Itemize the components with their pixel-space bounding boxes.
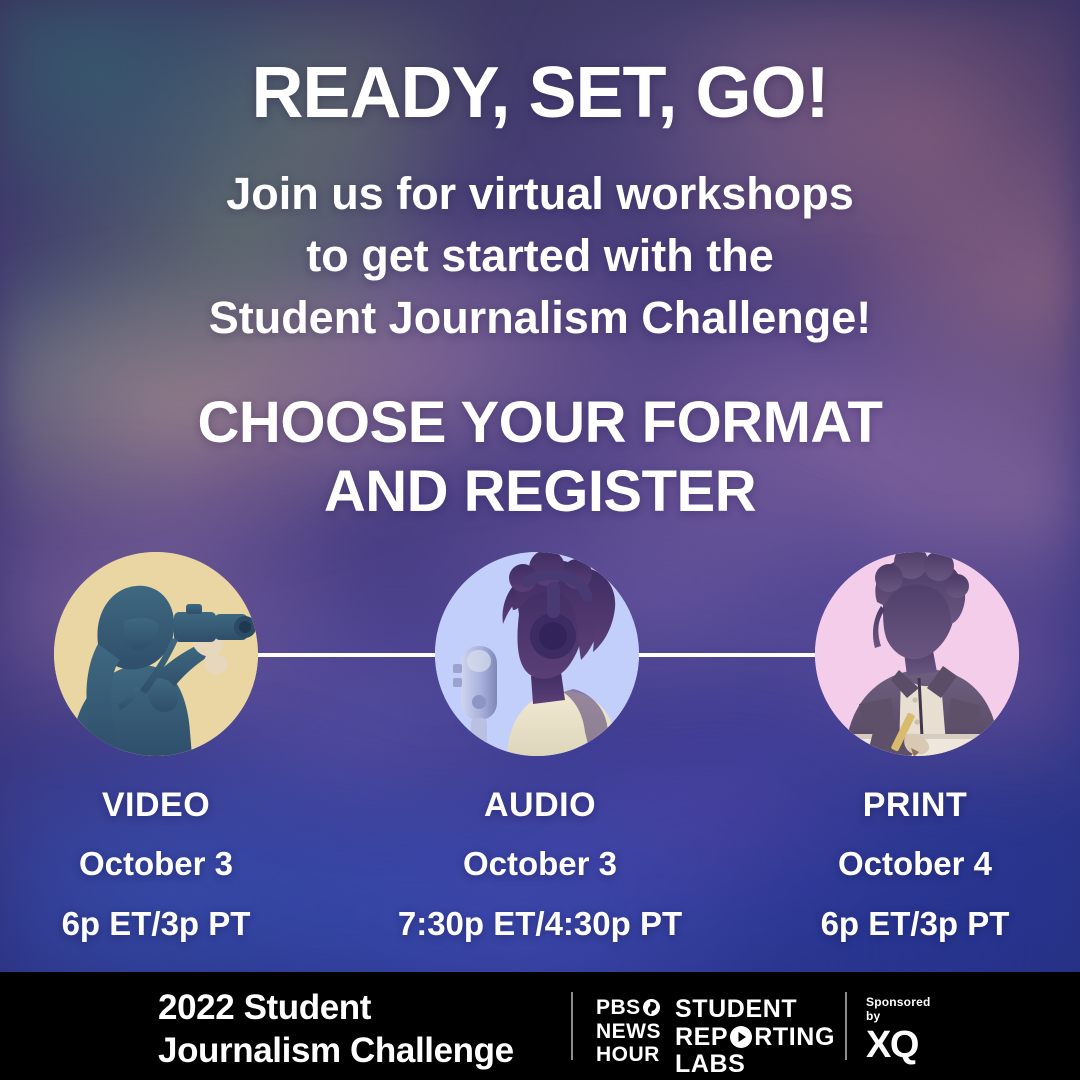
- call-to-action: CHOOSE YOUR FORMAT AND REGISTER: [0, 388, 1080, 526]
- cta-line-1: CHOOSE YOUR FORMAT: [197, 390, 883, 455]
- person-writing-illustration: [815, 552, 1019, 756]
- format-time-print: 6p ET/3p PT: [820, 905, 1010, 942]
- sponsor-label-line-2: by: [866, 1009, 881, 1024]
- srl-rting-text: RTING: [754, 1022, 835, 1051]
- pbs-wordmark: PBS: [596, 996, 641, 1019]
- pbs-head-icon: [642, 999, 660, 1017]
- format-date-video: October 3: [78, 845, 234, 882]
- format-date-print: October 4: [837, 845, 993, 882]
- pbs-newshour-srl-lockup: PBS NEWS HOUR STUDENT REP RTING LABS: [596, 995, 835, 1079]
- footer-program-title: 2022 Student Journalism Challenge: [158, 986, 514, 1073]
- srl-line-2: REP RTING: [675, 1022, 835, 1052]
- srl-rep-text: REP: [675, 1022, 729, 1051]
- cta-line-2: AND REGISTER: [323, 459, 757, 525]
- format-column-video: VIDEO October 3 6p ET/3p PT: [0, 786, 326, 943]
- poster-root: READY, SET, GO! Join us for virtual work…: [0, 0, 1080, 1080]
- footer-divider-2: [845, 992, 847, 1060]
- format-name-print: PRINT: [862, 786, 968, 824]
- format-time-video: 6p ET/3p PT: [61, 905, 251, 942]
- format-name-audio: AUDIO: [483, 786, 597, 824]
- format-column-print: PRINT October 4 6p ET/3p PT: [745, 786, 1080, 943]
- format-date-audio: October 3: [462, 845, 618, 882]
- footer-program-line-1: 2022 Student: [158, 988, 372, 1027]
- format-column-audio: AUDIO October 3 7:30p ET/4:30p PT: [370, 786, 710, 943]
- format-photo-video[interactable]: [54, 552, 258, 756]
- connector-line-audio-print: [635, 653, 825, 657]
- subtitle-line-2: to get started with the: [306, 230, 774, 282]
- srl-line-3: LABS: [675, 1050, 746, 1078]
- student-reporting-labs-logo: STUDENT REP RTING LABS: [675, 995, 835, 1079]
- sponsor-label-line-1: Sponsored: [866, 995, 931, 1009]
- connector-line-video-audio: [255, 653, 445, 657]
- sponsor-label: Sponsored by: [866, 995, 930, 1023]
- srl-line-1: STUDENT: [675, 995, 798, 1023]
- page-title: READY, SET, GO!: [251, 53, 829, 133]
- play-button-icon: [730, 1026, 753, 1049]
- subtitle: Join us for virtual workshops to get sta…: [0, 163, 1080, 349]
- person-with-headphones-at-microphone-illustration: [435, 552, 639, 756]
- sponsor-lockup: Sponsored by XQ: [866, 995, 930, 1064]
- photographer-with-camera-illustration: [54, 552, 258, 756]
- footer-bar: 2022 Student Journalism Challenge PBS NE…: [0, 972, 1080, 1080]
- subtitle-line-1: Join us for virtual workshops: [226, 168, 854, 219]
- format-time-audio: 7:30p ET/4:30p PT: [397, 905, 683, 942]
- subtitle-line-3: Student Journalism Challenge!: [208, 292, 872, 344]
- pbs-logo-line-2: NEWS: [596, 1019, 661, 1043]
- format-name-video: VIDEO: [101, 786, 211, 824]
- pbs-logo-line-1: PBS: [596, 996, 661, 1020]
- xq-wordmark: XQ: [866, 1024, 919, 1067]
- format-photo-audio[interactable]: [435, 552, 639, 756]
- pbs-logo-line-3: HOUR: [596, 1043, 660, 1067]
- footer-program-line-2: Journalism Challenge: [158, 1031, 514, 1071]
- pbs-newshour-logo: PBS NEWS HOUR: [596, 996, 661, 1067]
- footer-divider-1: [571, 992, 573, 1060]
- format-circles-row: [0, 552, 1080, 762]
- format-photo-print[interactable]: [815, 552, 1019, 756]
